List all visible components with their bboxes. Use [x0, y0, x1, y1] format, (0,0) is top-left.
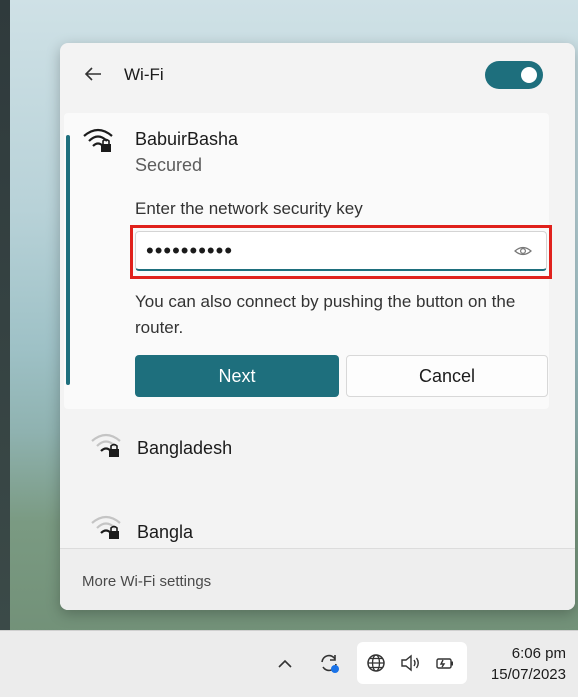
system-clock[interactable]: 6:06 pm 15/07/2023: [491, 643, 566, 685]
quick-settings-tray[interactable]: [357, 642, 467, 684]
wifi-secured-icon: [83, 128, 113, 152]
network-name: Bangla: [137, 522, 194, 542]
router-help-text: You can also connect by pushing the butt…: [135, 292, 516, 337]
network-status: Secured: [135, 155, 203, 175]
network-item-expanded: BabuirBasha Secured Enter the network se…: [64, 113, 552, 409]
page-title: Wi-Fi: [124, 65, 164, 84]
toggle-knob: [521, 67, 537, 83]
speaker-icon: [401, 654, 419, 672]
next-button[interactable]: Next: [135, 355, 339, 397]
clock-time: 6:06 pm: [511, 645, 566, 662]
battery-icon: [436, 658, 453, 669]
flyout-footer: More Wi-Fi settings: [60, 548, 575, 610]
sync-icon[interactable]: [318, 652, 340, 674]
more-wifi-settings-link[interactable]: More Wi-Fi settings: [82, 573, 211, 590]
clock-date: 15/07/2023: [490, 666, 566, 683]
network-name: Bangladesh: [137, 438, 233, 458]
wifi-toggle[interactable]: [485, 61, 543, 89]
selection-indicator: [66, 135, 70, 385]
taskbar: 6:06 pm 15/07/2023: [0, 630, 578, 697]
network-name: BabuirBasha: [135, 129, 239, 149]
network-item-bangladesh[interactable]: Bangladesh: [60, 419, 575, 479]
wifi-header: Wi-Fi: [60, 43, 575, 113]
wifi-secured-icon: [91, 433, 121, 457]
globe-icon: [367, 654, 385, 672]
wifi-flyout: Wi-Fi BabuirBasha Secured Enter the netw…: [60, 43, 575, 610]
desktop-background: [0, 0, 10, 630]
security-key-label: Enter the network security key: [135, 199, 363, 218]
cancel-button[interactable]: Cancel: [346, 355, 548, 397]
wifi-secured-icon: [91, 515, 121, 539]
back-arrow-icon[interactable]: [82, 63, 104, 85]
highlight-box: [130, 225, 552, 279]
chevron-up-icon[interactable]: [274, 653, 296, 675]
